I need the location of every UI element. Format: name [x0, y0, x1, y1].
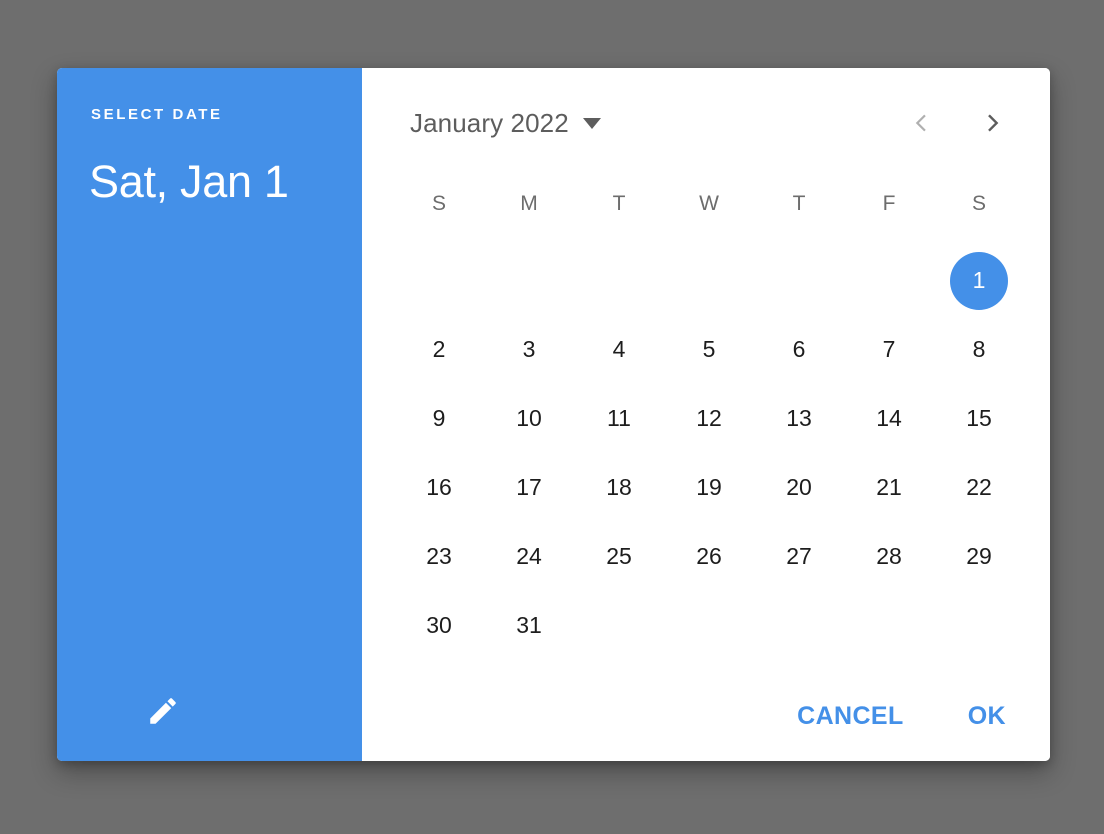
day-selected[interactable]: 1 — [950, 251, 1008, 310]
day-number[interactable]: 12 — [680, 390, 738, 448]
day-number[interactable]: 28 — [860, 528, 918, 586]
day-cell[interactable]: 18 — [574, 453, 664, 522]
day-cell[interactable]: 19 — [664, 453, 754, 522]
day-number[interactable]: 16 — [410, 459, 468, 517]
day-number[interactable]: 22 — [950, 459, 1008, 517]
dialog-actions: CANCEL OK — [779, 692, 1024, 741]
date-picker-dialog: SELECT DATE Sat, Jan 1 January 2022 S M … — [57, 68, 1050, 761]
day-cell[interactable]: 25 — [574, 522, 664, 591]
day-number[interactable]: 26 — [680, 528, 738, 586]
day-cell-empty — [754, 246, 844, 315]
day-cell[interactable]: 31 — [484, 591, 574, 660]
day-number[interactable]: 15 — [950, 390, 1008, 448]
day-cell[interactable]: 7 — [844, 315, 934, 384]
date-picker-header: SELECT DATE Sat, Jan 1 — [57, 68, 362, 761]
day-number[interactable]: 29 — [950, 528, 1008, 586]
chevron-down-icon — [582, 117, 601, 129]
weekday-label: F — [882, 192, 896, 215]
day-cell[interactable]: 2 — [394, 315, 484, 384]
day-cell[interactable]: 8 — [934, 315, 1024, 384]
day-cell[interactable]: 13 — [754, 384, 844, 453]
day-cell-empty — [664, 246, 754, 315]
day-number[interactable]: 31 — [500, 597, 558, 655]
chevron-right-icon — [982, 109, 1004, 137]
weekday-label: W — [699, 192, 719, 215]
previous-month-button[interactable] — [908, 108, 934, 138]
select-date-label: SELECT DATE — [91, 106, 223, 123]
day-number[interactable]: 21 — [860, 459, 918, 517]
day-cell[interactable]: 9 — [394, 384, 484, 453]
cancel-button[interactable]: CANCEL — [779, 692, 922, 741]
day-number[interactable]: 9 — [410, 390, 468, 448]
day-number[interactable]: 7 — [860, 321, 918, 379]
day-number[interactable]: 27 — [770, 528, 828, 586]
calendar-header: January 2022 — [362, 102, 1050, 144]
day-cell[interactable]: 23 — [394, 522, 484, 591]
ok-button[interactable]: OK — [950, 692, 1024, 741]
selected-date-display: Sat, Jan 1 — [89, 156, 289, 207]
day-cell[interactable]: 24 — [484, 522, 574, 591]
calendar-panel: January 2022 S M T W T F S 1 2 3 4 5 6 7… — [362, 68, 1050, 761]
month-year-selector-button[interactable]: January 2022 — [410, 108, 601, 139]
day-cell-empty — [394, 246, 484, 315]
day-number[interactable]: 25 — [590, 528, 648, 586]
day-cell[interactable]: 3 — [484, 315, 574, 384]
day-cell[interactable]: 22 — [934, 453, 1024, 522]
chevron-left-icon — [910, 109, 932, 137]
day-cell[interactable]: 15 — [934, 384, 1024, 453]
month-navigation — [908, 108, 1006, 138]
day-number[interactable]: 24 — [500, 528, 558, 586]
day-number[interactable]: 10 — [500, 390, 558, 448]
day-number[interactable]: 20 — [770, 459, 828, 517]
weekday-label: T — [792, 192, 806, 215]
weekday-label: T — [612, 192, 626, 215]
day-number[interactable]: 5 — [680, 321, 738, 379]
next-month-button[interactable] — [980, 108, 1006, 138]
day-cell[interactable]: 1 — [934, 246, 1024, 315]
weekday-label: S — [971, 192, 986, 215]
day-number[interactable]: 23 — [410, 528, 468, 586]
day-cell[interactable]: 11 — [574, 384, 664, 453]
day-cell[interactable]: 27 — [754, 522, 844, 591]
day-number[interactable]: 14 — [860, 390, 918, 448]
day-cell-empty — [574, 246, 664, 315]
day-cell[interactable]: 26 — [664, 522, 754, 591]
day-cell[interactable]: 4 — [574, 315, 664, 384]
weekday-header-row: SMTWTFS — [394, 192, 1024, 216]
day-number[interactable]: 11 — [590, 390, 648, 448]
day-number[interactable]: 13 — [770, 390, 828, 448]
day-cell[interactable]: 20 — [754, 453, 844, 522]
day-number[interactable]: 4 — [590, 321, 648, 379]
day-cell[interactable]: 5 — [664, 315, 754, 384]
day-number[interactable]: 19 — [680, 459, 738, 517]
weekday-label: S — [431, 192, 446, 215]
day-cell-empty — [844, 246, 934, 315]
day-number[interactable]: 3 — [500, 321, 558, 379]
day-number[interactable]: 8 — [950, 321, 1008, 379]
day-cell[interactable]: 10 — [484, 384, 574, 453]
day-grid: 1 2 3 4 5 6 7 8 9 10 11 12 13 14 15 16 17 18 19 20 21 22 23 24 2… — [394, 246, 1024, 660]
month-year-label: January 2022 — [410, 107, 569, 138]
pencil-icon — [146, 694, 180, 728]
day-cell[interactable]: 21 — [844, 453, 934, 522]
day-number[interactable]: 17 — [500, 459, 558, 517]
day-cell[interactable]: 29 — [934, 522, 1024, 591]
edit-mode-toggle-button[interactable] — [137, 685, 189, 737]
day-number[interactable]: 6 — [770, 321, 828, 379]
weekday-label: M — [520, 192, 538, 215]
day-cell[interactable]: 28 — [844, 522, 934, 591]
day-cell[interactable]: 6 — [754, 315, 844, 384]
day-cell[interactable]: 30 — [394, 591, 484, 660]
day-cell[interactable]: 12 — [664, 384, 754, 453]
day-cell[interactable]: 16 — [394, 453, 484, 522]
day-number[interactable]: 2 — [410, 321, 468, 379]
day-cell[interactable]: 17 — [484, 453, 574, 522]
day-number[interactable]: 18 — [590, 459, 648, 517]
day-cell[interactable]: 14 — [844, 384, 934, 453]
day-cell-empty — [484, 246, 574, 315]
day-number[interactable]: 30 — [410, 597, 468, 655]
